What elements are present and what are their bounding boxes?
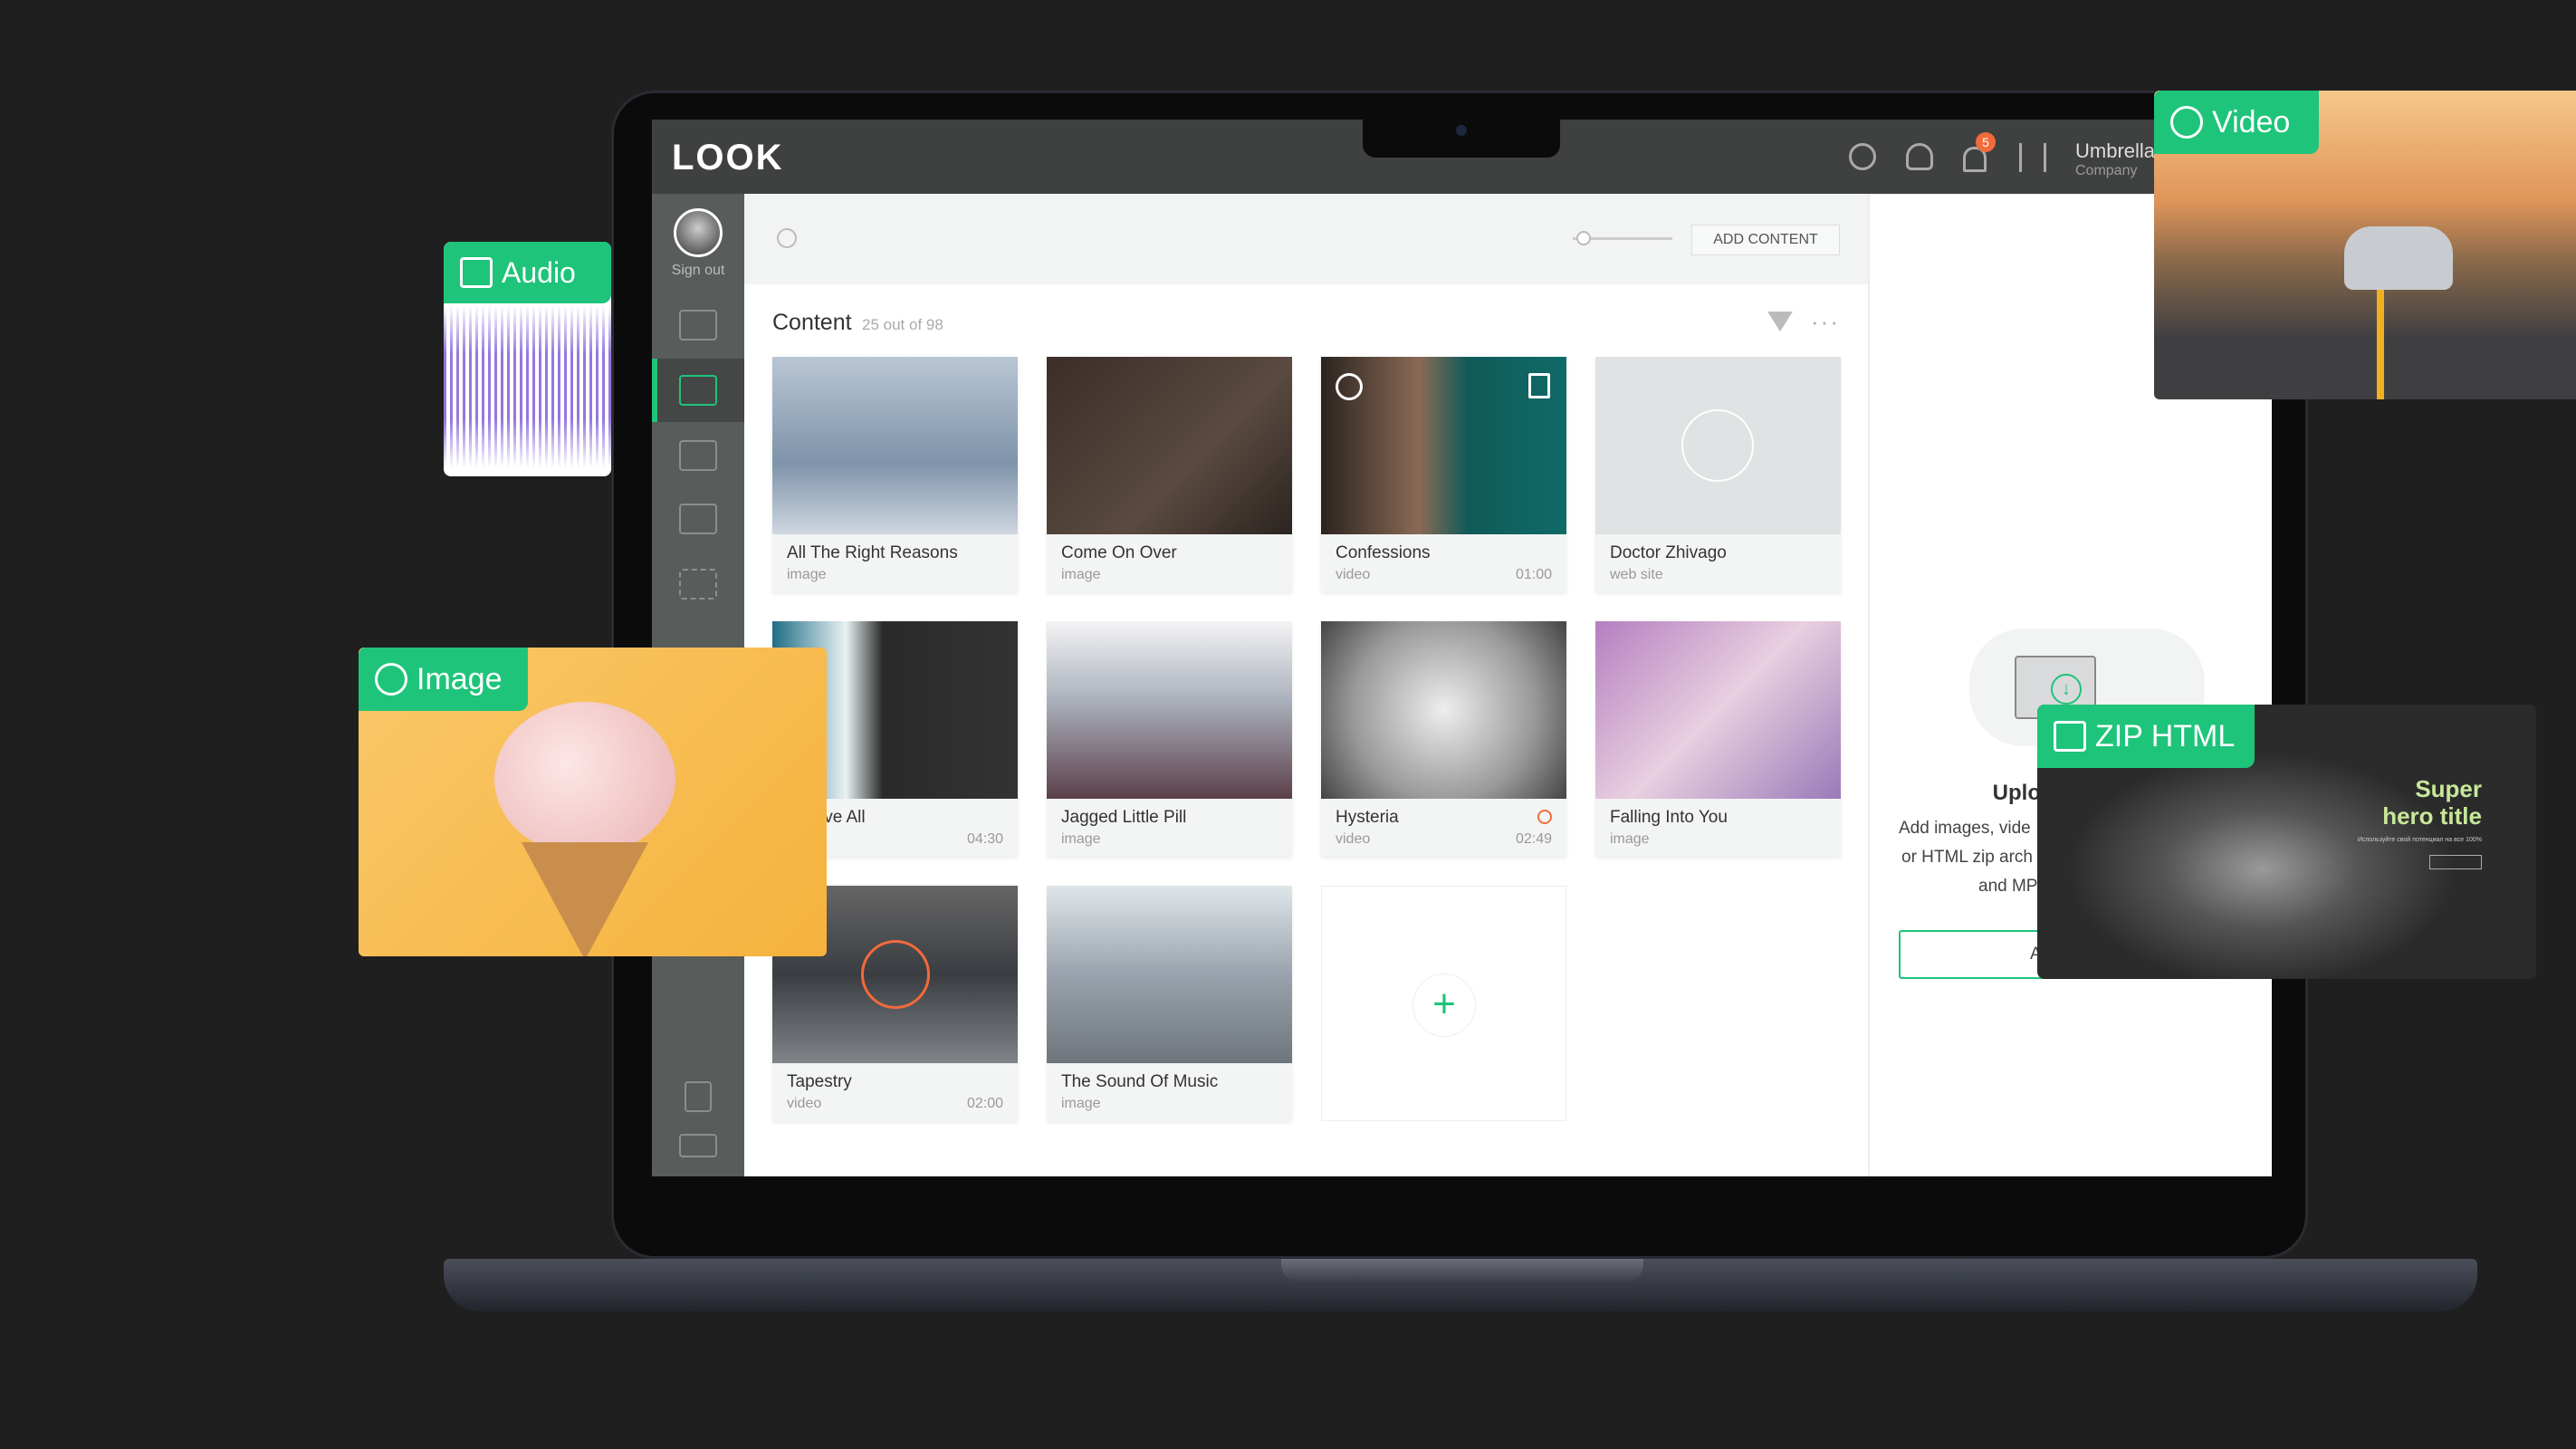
card-thumbnail	[1047, 621, 1292, 799]
card-type: video	[787, 1096, 822, 1111]
image-card: Image	[359, 648, 827, 956]
play-icon	[2170, 106, 2203, 139]
content-card[interactable]: Falling Into You image	[1595, 621, 1841, 857]
chat-icon[interactable]	[679, 1134, 717, 1157]
analytics-icon[interactable]	[1849, 143, 1876, 170]
card-type: image	[1061, 831, 1101, 847]
content-card[interactable]: Hysteria video 02:49	[1321, 621, 1566, 857]
content-card[interactable]: Doctor Zhivago web site	[1595, 357, 1841, 592]
content-card[interactable]: Jagged Little Pill image	[1047, 621, 1292, 857]
audio-tag: Audio	[444, 242, 611, 303]
car	[2344, 226, 2453, 290]
card-type: image	[787, 567, 827, 582]
zip-label: ZIP HTML	[2095, 718, 2236, 753]
card-title: Falling Into You	[1610, 808, 1728, 827]
hero-button	[2429, 855, 2482, 869]
trash-icon[interactable]	[1528, 373, 1550, 398]
image-icon	[375, 663, 407, 696]
card-title: All The Right Reasons	[787, 543, 958, 562]
video-tag: Video	[2154, 91, 2319, 154]
screens-icon[interactable]	[679, 310, 717, 341]
video-label: Video	[2212, 104, 2291, 139]
audio-label: Audio	[502, 255, 576, 289]
screen-bottom	[652, 1176, 2272, 1213]
audio-card: Audio	[444, 242, 611, 476]
ice-cream-cone	[522, 842, 648, 956]
card-type: image	[1061, 567, 1101, 582]
effects-star-icon[interactable]	[679, 569, 717, 600]
logo[interactable]: LOOK	[672, 138, 784, 178]
card-thumbnail	[1595, 621, 1841, 799]
info-warning-icon[interactable]	[1537, 810, 1552, 824]
plus-icon[interactable]: +	[1412, 974, 1476, 1037]
card-title: Come On Over	[1061, 543, 1177, 562]
card-duration: 02:49	[1515, 831, 1552, 847]
card-type: image	[1610, 831, 1650, 847]
content-card[interactable]: Come On Over image	[1047, 357, 1292, 592]
upload-desc-2: or HTML zip arch	[1901, 848, 2033, 867]
more-options-icon[interactable]: ···	[1811, 308, 1840, 336]
card-type: video	[1336, 567, 1371, 582]
content-count: 25 out of 98	[862, 316, 943, 333]
upload-desc-1: Add images, vide	[1899, 819, 2031, 838]
card-thumbnail	[1047, 357, 1292, 534]
upload-desc-3: and MP	[1978, 877, 2038, 896]
card-duration: 01:00	[1515, 567, 1552, 582]
card-title: Confessions	[1336, 543, 1431, 562]
globe-icon	[1681, 409, 1754, 482]
ice-cream-scoop	[494, 702, 675, 856]
card-title: Doctor Zhivago	[1610, 543, 1727, 562]
card-type: web site	[1610, 567, 1663, 582]
lock-icon	[861, 940, 930, 1009]
avatar[interactable]	[674, 208, 723, 257]
card-duration: 02:00	[966, 1096, 1003, 1111]
users-icon[interactable]	[1906, 143, 1933, 170]
card-title: Tapestry	[787, 1072, 852, 1091]
card-title: Hysteria	[1336, 808, 1399, 827]
notification-badge: 5	[1976, 132, 1996, 152]
code-folder-icon	[2054, 721, 2086, 752]
laptop-hinge	[1281, 1259, 1643, 1282]
user-role: Company	[2075, 163, 2138, 178]
image-label: Image	[417, 661, 503, 696]
schedule-icon[interactable]	[679, 504, 717, 534]
hero-subtitle: Используйте свой потенциал на все 100%	[2357, 837, 2482, 843]
waveform	[444, 305, 611, 468]
select-checkbox[interactable]	[1336, 373, 1363, 400]
media-icon	[679, 375, 717, 406]
card-thumbnail	[1047, 886, 1292, 1063]
card-duration: 04:30	[966, 831, 1003, 847]
card-thumbnail	[772, 357, 1018, 534]
image-tag: Image	[359, 648, 528, 711]
camera-icon	[1456, 125, 1467, 136]
toolbar: ADD CONTENT	[744, 194, 1868, 284]
video-card: Video	[2154, 91, 2576, 399]
content-title: Content	[772, 310, 852, 335]
sign-out-link[interactable]: Sign out	[652, 263, 744, 279]
filter-icon[interactable]	[1767, 312, 1793, 331]
zip-html-card: Super hero title Используйте свой потенци…	[2037, 705, 2536, 979]
road-line	[2362, 272, 2399, 399]
card-title: The Sound Of Music	[1061, 1072, 1219, 1091]
speaker-icon	[460, 257, 493, 288]
card-type: image	[1061, 1096, 1101, 1111]
download-icon: ↓	[2051, 674, 2082, 705]
search-icon[interactable]	[777, 228, 797, 248]
settings-sliders-icon[interactable]	[2019, 143, 2046, 172]
add-content-card[interactable]: +	[1321, 886, 1566, 1121]
card-type: video	[1336, 831, 1371, 847]
hero-title: Super hero title	[2382, 775, 2482, 830]
playlists-icon[interactable]	[679, 440, 717, 471]
docs-icon[interactable]	[685, 1081, 712, 1112]
content-card[interactable]: All The Right Reasons image	[772, 357, 1018, 592]
user-name[interactable]: Umbrella	[2075, 139, 2155, 163]
zip-tag: ZIP HTML	[2037, 705, 2255, 768]
content-card[interactable]: Confessions video 01:00	[1321, 357, 1566, 592]
card-title: Jagged Little Pill	[1061, 808, 1187, 827]
content-card[interactable]: The Sound Of Music image	[1047, 886, 1292, 1121]
zoom-slider-handle[interactable]	[1576, 231, 1591, 245]
add-content-button[interactable]: ADD CONTENT	[1691, 225, 1840, 255]
card-thumbnail	[1321, 621, 1566, 799]
